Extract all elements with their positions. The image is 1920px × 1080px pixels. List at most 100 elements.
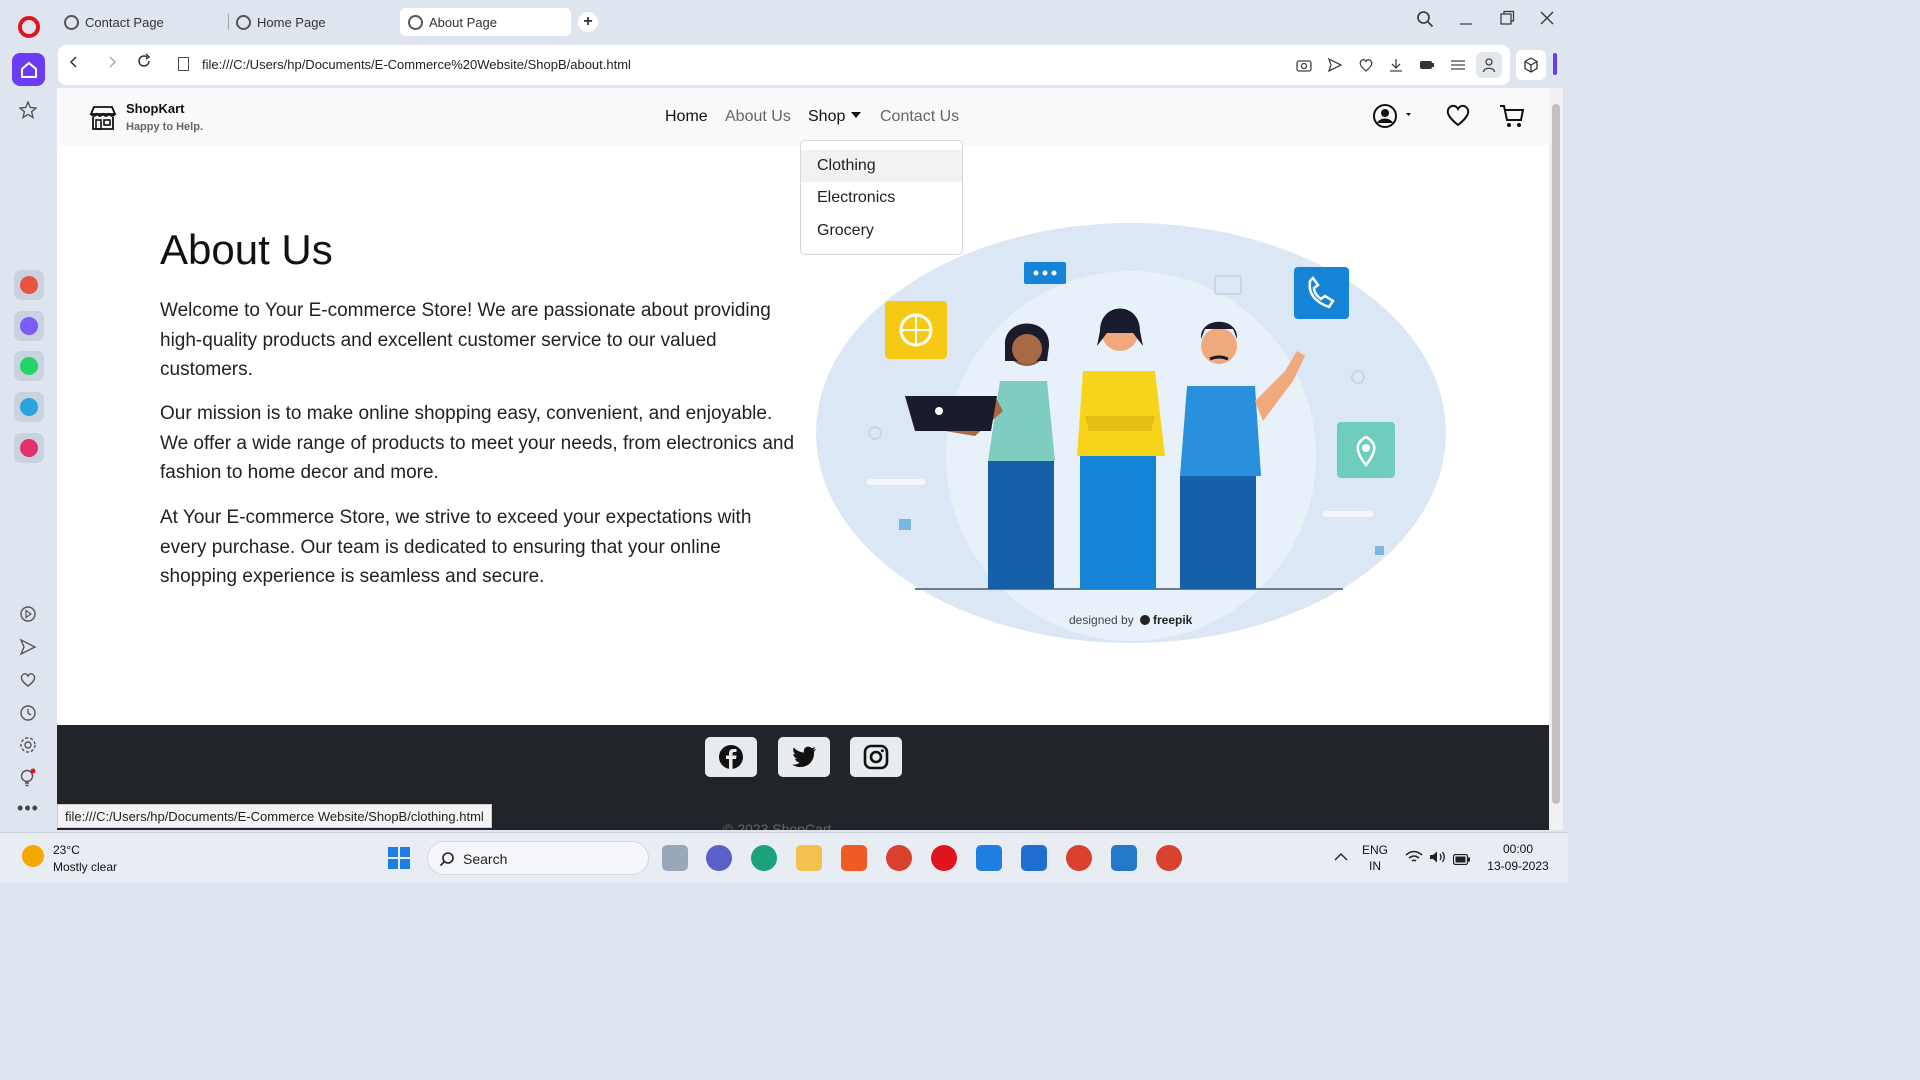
nav-shop-label: Shop bbox=[808, 108, 846, 125]
chrome-alt-icon[interactable] bbox=[1156, 845, 1182, 871]
url-field[interactable]: file:///C:/Users/hp/Documents/E-Commerce… bbox=[202, 57, 631, 72]
brand-tagline: Happy to Help. bbox=[126, 121, 204, 133]
downloads-button[interactable] bbox=[1386, 55, 1406, 75]
site-navbar: ShopKart Happy to Help. Home About Us Sh… bbox=[57, 88, 1549, 145]
dropdown-item-clothing[interactable]: Clothing bbox=[801, 150, 962, 182]
weather-temperature[interactable]: 23°C bbox=[53, 843, 80, 857]
account-dropdown-button[interactable] bbox=[1372, 103, 1414, 134]
wifi-icon[interactable] bbox=[1405, 850, 1423, 869]
windows-logo-tile bbox=[388, 847, 398, 857]
tab-about-page[interactable]: About Page bbox=[400, 8, 571, 36]
language-indicator[interactable]: ENG IN bbox=[1360, 843, 1390, 873]
opera-logo-icon[interactable] bbox=[18, 16, 40, 38]
store-icon[interactable] bbox=[89, 105, 117, 131]
user-circle-icon bbox=[1373, 104, 1411, 128]
shop-dropdown-menu: Clothing Electronics Grocery bbox=[800, 140, 963, 255]
nav-about-link[interactable]: About Us bbox=[725, 108, 791, 126]
nav-shop-dropdown[interactable]: Shop bbox=[808, 108, 862, 126]
telegram-icon bbox=[20, 398, 38, 416]
instagram-button[interactable] bbox=[850, 737, 902, 777]
messenger-app-button[interactable] bbox=[14, 311, 44, 341]
extensions-button[interactable] bbox=[1516, 50, 1546, 80]
taskbar-search-box[interactable]: Search bbox=[427, 841, 649, 875]
teams-chat-icon[interactable] bbox=[706, 845, 732, 871]
tab-search-button[interactable] bbox=[1416, 10, 1434, 33]
dropdown-item-grocery[interactable]: Grocery bbox=[801, 215, 962, 247]
windows-logo-tile bbox=[400, 847, 410, 857]
battery-icon[interactable] bbox=[1452, 852, 1471, 870]
cart-button[interactable] bbox=[1499, 103, 1525, 134]
page-scrollbar[interactable] bbox=[1549, 88, 1563, 830]
nav-contact-link[interactable]: Contact Us bbox=[880, 108, 959, 126]
history-button[interactable] bbox=[14, 699, 42, 727]
whatsapp-icon bbox=[20, 357, 38, 375]
myhp-icon[interactable] bbox=[976, 845, 1002, 871]
bookmarks-star-button[interactable] bbox=[14, 96, 42, 124]
reload-button[interactable] bbox=[132, 53, 156, 77]
facebook-button[interactable] bbox=[705, 737, 757, 777]
weather-moon-icon[interactable] bbox=[22, 845, 44, 867]
tab-contact-page[interactable]: Contact Page bbox=[56, 8, 226, 36]
image-credit-brand: freepik bbox=[1153, 613, 1193, 627]
close-window-button[interactable] bbox=[1539, 10, 1555, 31]
task-view-icon[interactable] bbox=[662, 845, 688, 871]
edge-browser-icon[interactable] bbox=[751, 845, 777, 871]
pinboard-button[interactable] bbox=[14, 666, 42, 694]
back-button[interactable] bbox=[62, 53, 86, 77]
mail-icon[interactable] bbox=[1021, 845, 1047, 871]
file-explorer-icon[interactable] bbox=[796, 845, 822, 871]
new-tab-button[interactable]: + bbox=[578, 12, 598, 32]
player-button[interactable] bbox=[14, 600, 42, 628]
battery-icon bbox=[1420, 61, 1434, 69]
twitter-button[interactable] bbox=[778, 737, 830, 777]
globe-icon bbox=[408, 14, 423, 30]
whatsapp-app-button[interactable] bbox=[14, 351, 44, 381]
caret-down-icon bbox=[851, 112, 862, 118]
dropdown-item-electronics[interactable]: Electronics bbox=[801, 182, 962, 214]
telegram-app-button[interactable] bbox=[14, 392, 44, 422]
forward-button[interactable] bbox=[100, 53, 124, 77]
user-icon bbox=[1482, 58, 1496, 73]
more-options-icon[interactable]: ••• bbox=[14, 794, 42, 822]
settings-button[interactable] bbox=[14, 731, 42, 759]
instagram-app-button[interactable] bbox=[14, 433, 44, 463]
start-button[interactable] bbox=[388, 847, 410, 869]
restore-button[interactable] bbox=[1499, 10, 1515, 31]
forward-arrow-icon bbox=[109, 56, 117, 68]
profile-button[interactable] bbox=[1476, 52, 1502, 78]
messenger-icon bbox=[20, 317, 38, 335]
scrollbar-thumb[interactable] bbox=[1552, 104, 1560, 804]
battery-saver-button[interactable] bbox=[1417, 55, 1437, 75]
clock-icon bbox=[20, 705, 36, 721]
search-icon bbox=[1417, 11, 1434, 28]
player-icon bbox=[20, 606, 36, 622]
minimize-icon bbox=[1460, 23, 1472, 25]
tab-label: Home Page bbox=[257, 14, 326, 30]
add-to-pinboard-button[interactable] bbox=[1356, 55, 1376, 75]
volume-icon[interactable] bbox=[1429, 850, 1447, 869]
easy-setup-button[interactable] bbox=[1448, 55, 1468, 75]
snapshot-button[interactable] bbox=[1294, 55, 1314, 75]
speed-dial-home-button[interactable] bbox=[12, 53, 45, 86]
opera-taskbar-icon[interactable] bbox=[931, 845, 957, 871]
wishlist-button[interactable] bbox=[1445, 103, 1471, 132]
vscode-icon[interactable] bbox=[1111, 845, 1137, 871]
tray-overflow-button[interactable] bbox=[1334, 849, 1348, 867]
globe-icon bbox=[236, 14, 251, 30]
flow-send-button[interactable] bbox=[1325, 55, 1345, 75]
nav-home-link[interactable]: Home bbox=[665, 108, 708, 126]
tips-button[interactable] bbox=[14, 764, 42, 792]
chrome-profile-icon[interactable] bbox=[1066, 845, 1092, 871]
brave-browser-icon[interactable] bbox=[841, 845, 867, 871]
tab-home-page[interactable]: Home Page bbox=[228, 8, 398, 36]
weather-description[interactable]: Mostly clear bbox=[53, 860, 117, 874]
clock-area[interactable]: 00:00 13-09-2023 bbox=[1478, 842, 1558, 873]
aria-app-button[interactable] bbox=[14, 270, 44, 300]
restore-icon bbox=[1500, 10, 1515, 25]
flow-button[interactable] bbox=[14, 633, 42, 661]
instagram-icon bbox=[863, 744, 889, 770]
close-icon bbox=[1540, 11, 1554, 25]
brand-name[interactable]: ShopKart bbox=[126, 101, 185, 116]
minimize-button[interactable] bbox=[1458, 10, 1474, 33]
chrome-icon[interactable] bbox=[886, 845, 912, 871]
